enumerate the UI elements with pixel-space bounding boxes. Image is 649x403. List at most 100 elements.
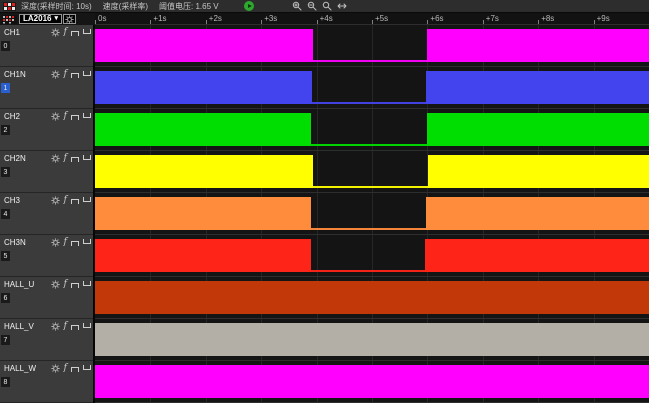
measure-icon[interactable]: f <box>64 238 67 247</box>
channel-row-ch2[interactable]: 2CH2f <box>0 109 93 151</box>
measure-icon[interactable]: f <box>64 322 67 331</box>
start-capture-button[interactable] <box>244 1 254 11</box>
trigger-falling-edge-icon[interactable] <box>83 365 91 370</box>
channel-row-ch3[interactable]: 4 CH3 f <box>0 193 93 235</box>
trigger-falling-edge-icon[interactable] <box>83 197 91 202</box>
trigger-rising-edge-icon[interactable] <box>71 325 79 330</box>
ruler-label: +8s <box>541 14 554 23</box>
gear-icon[interactable] <box>51 112 60 121</box>
channel-row-ch2n[interactable]: 3 CH2N f <box>0 151 93 193</box>
channel-name-label: HALL_U <box>4 280 34 289</box>
ruler-label: +2s <box>209 14 222 23</box>
gear-icon[interactable] <box>51 196 60 205</box>
gear-icon[interactable] <box>51 322 60 331</box>
trigger-falling-edge-icon[interactable] <box>83 239 91 244</box>
gear-icon[interactable] <box>51 364 60 373</box>
ruler-tick <box>427 20 428 24</box>
waveform-row-ch3n[interactable] <box>95 235 649 277</box>
channel-row-hall_u[interactable]: 6 HALL_U f <box>0 277 93 319</box>
channel-icon-group: f <box>51 28 91 37</box>
gear-icon <box>65 15 74 24</box>
channel-number-badge[interactable]: 1 <box>1 83 10 93</box>
ruler-tick <box>150 20 151 24</box>
device-select-dropdown[interactable]: LA2016 ▾ <box>19 14 62 24</box>
trigger-rising-edge-icon[interactable] <box>71 115 79 120</box>
channel-name-label: CH2N <box>4 154 26 163</box>
depth-setting[interactable]: 深度(采样时间: 10s) <box>21 1 92 12</box>
channel-row-ch1[interactable]: 0CH1f <box>0 25 93 67</box>
trigger-falling-edge-icon[interactable] <box>83 323 91 328</box>
channel-name-label: CH1N <box>4 70 26 79</box>
waveform-high-segment <box>425 239 649 272</box>
trigger-falling-edge-icon[interactable] <box>83 155 91 160</box>
waveform-high-segment <box>95 365 649 398</box>
waveform-high-segment <box>95 239 311 272</box>
channel-number-badge[interactable]: 7 <box>1 335 10 345</box>
gear-icon[interactable] <box>51 28 60 37</box>
channel-number-badge[interactable]: 5 <box>1 251 10 261</box>
waveform-row-hall_w[interactable] <box>95 361 649 403</box>
trigger-rising-edge-icon[interactable] <box>71 367 79 372</box>
measure-icon[interactable]: f <box>64 28 67 37</box>
trigger-falling-edge-icon[interactable] <box>83 29 91 34</box>
waveform-row-ch3[interactable] <box>95 193 649 235</box>
trigger-falling-edge-icon[interactable] <box>83 281 91 286</box>
measure-icon[interactable]: f <box>64 280 67 289</box>
waveform-row-ch2n[interactable] <box>95 151 649 193</box>
trigger-rising-edge-icon[interactable] <box>71 157 79 162</box>
channel-row-ch3n[interactable]: 5CH3Nf <box>0 235 93 277</box>
trigger-rising-edge-icon[interactable] <box>71 241 79 246</box>
measure-icon[interactable]: f <box>64 112 67 121</box>
channel-number-badge[interactable]: 2 <box>1 125 10 135</box>
trigger-falling-edge-icon[interactable] <box>83 71 91 76</box>
channel-row-hall_v[interactable]: 7HALL_Vf <box>0 319 93 361</box>
waveform-high-segment <box>426 197 649 230</box>
zoom-out-icon[interactable] <box>307 1 317 11</box>
measure-icon[interactable]: f <box>64 364 67 373</box>
waveform-high-segment <box>95 281 649 314</box>
ruler-label: +9s <box>597 14 610 23</box>
channel-name-label: CH3 <box>4 196 20 205</box>
trigger-rising-edge-icon[interactable] <box>71 199 79 204</box>
waveform-row-ch1[interactable] <box>95 25 649 67</box>
channel-row-hall_w[interactable]: 8HALL_Wf <box>0 361 93 403</box>
channel-number-badge[interactable]: 3 <box>1 167 10 177</box>
gear-icon[interactable] <box>51 238 60 247</box>
pan-icon[interactable] <box>337 1 347 11</box>
trigger-rising-edge-icon[interactable] <box>71 31 79 36</box>
measure-icon[interactable]: f <box>64 154 67 163</box>
channel-number-badge[interactable]: 6 <box>1 293 10 303</box>
threshold-voltage-setting[interactable]: 阈值电压: 1.65 V <box>159 1 219 12</box>
waveform-high-segment <box>426 71 649 104</box>
device-settings-button[interactable] <box>63 14 76 24</box>
gear-icon[interactable] <box>51 154 60 163</box>
zoom-fit-icon[interactable] <box>322 1 332 11</box>
ruler-label: +6s <box>430 14 443 23</box>
channel-row-ch1n[interactable]: 1 CH1N f <box>0 67 93 109</box>
trigger-falling-edge-icon[interactable] <box>83 113 91 118</box>
channel-number-badge[interactable]: 4 <box>1 209 10 219</box>
waveform-area[interactable] <box>95 25 649 403</box>
gear-icon[interactable] <box>51 70 60 79</box>
waveform-row-hall_v[interactable] <box>95 319 649 361</box>
waveform-row-ch2[interactable] <box>95 109 649 151</box>
waveform-high-segment <box>95 323 649 356</box>
trigger-rising-edge-icon[interactable] <box>71 73 79 78</box>
ruler-label: +1s <box>153 14 166 23</box>
waveform-high-segment <box>427 29 649 62</box>
sample-rate-setting[interactable]: 速度(采样率) <box>103 1 148 12</box>
gear-icon[interactable] <box>51 280 60 289</box>
channel-icon-group: f <box>51 322 91 331</box>
measure-icon[interactable]: f <box>64 70 67 79</box>
ruler-tick <box>594 20 595 24</box>
waveform-high-segment <box>95 113 311 146</box>
timeline-ruler[interactable]: 0s+1s+2s+3s+4s+5s+6s+7s+8s+9s <box>95 13 649 25</box>
device-logo-icon <box>2 15 17 24</box>
channel-number-badge[interactable]: 8 <box>1 377 10 387</box>
trigger-rising-edge-icon[interactable] <box>71 283 79 288</box>
waveform-row-hall_u[interactable] <box>95 277 649 319</box>
zoom-in-icon[interactable] <box>292 1 302 11</box>
channel-number-badge[interactable]: 0 <box>1 41 10 51</box>
waveform-row-ch1n[interactable] <box>95 67 649 109</box>
measure-icon[interactable]: f <box>64 196 67 205</box>
